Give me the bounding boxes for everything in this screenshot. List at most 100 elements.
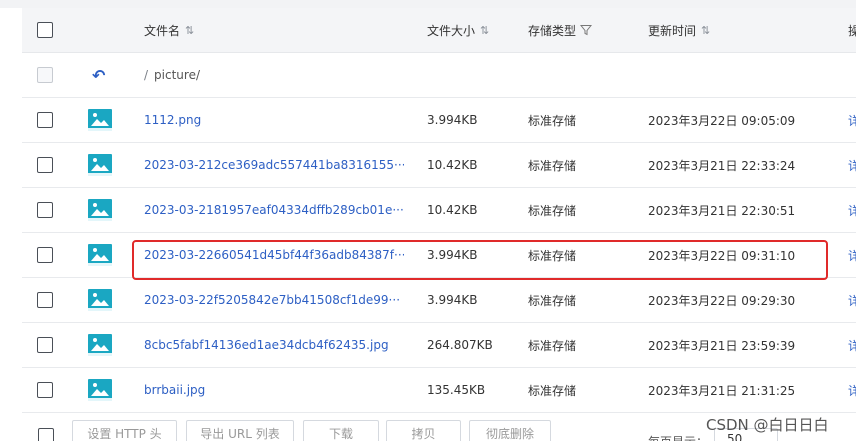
image-file-icon bbox=[88, 244, 112, 266]
update-time-cell: 2023年3月21日 21:31:25 bbox=[648, 368, 838, 412]
file-size-cell: 264.807KB bbox=[427, 323, 517, 367]
file-size: 3.994KB bbox=[427, 248, 478, 262]
detail-link[interactable]: 详 bbox=[848, 292, 856, 309]
path-cell: / picture/ bbox=[144, 53, 404, 97]
sort-icon[interactable]: ⇅ bbox=[480, 24, 489, 37]
export-url-list-button[interactable]: 导出 URL 列表 bbox=[186, 420, 294, 441]
detail-link[interactable]: 详 bbox=[848, 382, 856, 399]
file-size-cell: 10.42KB bbox=[427, 188, 517, 232]
col-type-label: 存储类型 bbox=[528, 23, 577, 38]
file-row: brrbaii.jpg 135.45KB 标准存储 2023年3月21日 21:31:… bbox=[22, 368, 856, 413]
file-name-link[interactable]: 2023-03-212ce369adc557441ba8316155··· bbox=[144, 158, 404, 172]
detail-link[interactable]: 详 bbox=[848, 112, 856, 129]
file-thumb-cell bbox=[88, 233, 114, 277]
op-cell: 详 bbox=[848, 368, 856, 412]
file-name-cell: 8cbc5fabf14136ed1ae34dcb4f62435.jpg bbox=[144, 323, 404, 367]
sort-icon[interactable]: ⇅ bbox=[701, 24, 710, 37]
delete-permanently-button[interactable]: 彻底删除 bbox=[469, 420, 551, 441]
file-row: 2023-03-212ce369adc557441ba8316155··· 10.… bbox=[22, 143, 856, 188]
row-checkbox[interactable] bbox=[37, 157, 53, 173]
update-time: 2023年3月21日 21:31:25 bbox=[648, 383, 796, 398]
update-time-cell: 2023年3月22日 09:29:30 bbox=[648, 278, 838, 322]
file-size-cell: 3.994KB bbox=[427, 98, 517, 142]
file-row: 2023-03-22f5205842e7bb41508cf1de99··· 3.9… bbox=[22, 278, 856, 323]
storage-type-cell: 标准存储 bbox=[528, 98, 628, 142]
file-name-link[interactable]: 2023-03-22660541d45bf44f36adb84387f··· bbox=[144, 248, 404, 262]
row-checkbox[interactable] bbox=[37, 202, 53, 218]
copy-button[interactable]: 拷贝 bbox=[386, 420, 461, 441]
file-size-cell: 3.994KB bbox=[427, 278, 517, 322]
file-table: 文件名 ⇅ 文件大小 ⇅ 存储类型 更新时间 ⇅ 操 ↶ / picture/ bbox=[22, 8, 856, 413]
back-arrow-icon[interactable]: ↶ bbox=[92, 66, 105, 85]
file-name-cell: 2023-03-2181957eaf04334dffb289cb01e··· bbox=[144, 188, 404, 232]
file-thumb-cell bbox=[88, 188, 114, 232]
col-size-label: 文件大小 bbox=[427, 23, 476, 38]
update-time: 2023年3月22日 09:05:09 bbox=[648, 113, 796, 128]
file-thumb-cell bbox=[88, 278, 114, 322]
storage-type: 标准存储 bbox=[528, 113, 577, 128]
file-size-cell: 135.45KB bbox=[427, 368, 517, 412]
update-time: 2023年3月22日 09:31:10 bbox=[648, 248, 796, 263]
file-size: 3.994KB bbox=[427, 113, 478, 127]
image-file-icon bbox=[88, 334, 112, 356]
file-name-link[interactable]: 2023-03-2181957eaf04334dffb289cb01e··· bbox=[144, 203, 404, 217]
row-checkbox[interactable] bbox=[37, 292, 53, 308]
update-time-cell: 2023年3月21日 22:30:51 bbox=[648, 188, 838, 232]
file-name-link[interactable]: 8cbc5fabf14136ed1ae34dcb4f62435.jpg bbox=[144, 338, 389, 352]
col-time-header[interactable]: 更新时间 ⇅ bbox=[648, 8, 838, 52]
row-checkbox[interactable] bbox=[37, 337, 53, 353]
col-size-header[interactable]: 文件大小 ⇅ bbox=[427, 8, 517, 52]
bottom-select-all-checkbox[interactable] bbox=[38, 428, 54, 441]
row-checkbox[interactable] bbox=[37, 112, 53, 128]
file-name-link[interactable]: 1112.png bbox=[144, 113, 201, 127]
page-size-label: 每页显示： bbox=[648, 433, 708, 441]
col-type-header[interactable]: 存储类型 bbox=[528, 8, 628, 52]
set-http-header-button[interactable]: 设置 HTTP 头 bbox=[72, 420, 177, 441]
select-all-cell bbox=[37, 8, 57, 52]
op-cell: 详 bbox=[848, 323, 856, 367]
row-check-cell bbox=[37, 278, 57, 322]
file-thumb-cell bbox=[88, 143, 114, 187]
storage-type-cell: 标准存储 bbox=[528, 188, 628, 232]
filter-icon[interactable] bbox=[580, 24, 593, 36]
update-time: 2023年3月21日 22:33:24 bbox=[648, 158, 796, 173]
storage-type-cell: 标准存储 bbox=[528, 278, 628, 322]
file-name-link[interactable]: brrbaii.jpg bbox=[144, 383, 205, 397]
download-button[interactable]: 下载 bbox=[303, 420, 379, 441]
storage-type: 标准存储 bbox=[528, 248, 577, 263]
detail-link[interactable]: 详 bbox=[848, 247, 856, 264]
path-separator: / bbox=[144, 68, 149, 82]
detail-link[interactable]: 详 bbox=[848, 337, 856, 354]
row-checkbox[interactable] bbox=[37, 382, 53, 398]
image-file-icon bbox=[88, 199, 112, 221]
watermark: CSDN @白日日白 bbox=[706, 416, 829, 434]
back-cell[interactable]: ↶ bbox=[88, 53, 114, 97]
detail-link[interactable]: 详 bbox=[848, 202, 856, 219]
storage-type-cell: 标准存储 bbox=[528, 368, 628, 412]
file-size: 135.45KB bbox=[427, 383, 486, 397]
row-check-cell bbox=[37, 233, 57, 277]
sort-icon[interactable]: ⇅ bbox=[185, 24, 194, 37]
row-check-cell bbox=[37, 143, 57, 187]
file-size: 10.42KB bbox=[427, 203, 478, 217]
file-row: 1112.png 3.994KB 标准存储 2023年3月22日 09:05:09 详 bbox=[22, 98, 856, 143]
op-cell: 详 bbox=[848, 278, 856, 322]
select-all-checkbox[interactable] bbox=[37, 22, 53, 38]
update-time: 2023年3月21日 22:30:51 bbox=[648, 203, 796, 218]
col-name-header[interactable]: 文件名 ⇅ bbox=[144, 8, 404, 52]
update-time-cell: 2023年3月21日 22:33:24 bbox=[648, 143, 838, 187]
file-row: 8cbc5fabf14136ed1ae34dcb4f62435.jpg 264.8… bbox=[22, 323, 856, 368]
file-name-link[interactable]: 2023-03-22f5205842e7bb41508cf1de99··· bbox=[144, 293, 400, 307]
image-file-icon bbox=[88, 109, 112, 131]
row-checkbox[interactable] bbox=[37, 247, 53, 263]
update-time: 2023年3月22日 09:29:30 bbox=[648, 293, 796, 308]
table-header: 文件名 ⇅ 文件大小 ⇅ 存储类型 更新时间 ⇅ 操 bbox=[22, 8, 856, 53]
file-thumb-cell bbox=[88, 368, 114, 412]
file-row: 2023-03-22660541d45bf44f36adb84387f··· 3.… bbox=[22, 233, 856, 278]
storage-type: 标准存储 bbox=[528, 293, 577, 308]
update-time-cell: 2023年3月22日 09:31:10 bbox=[648, 233, 838, 277]
file-size-cell: 3.994KB bbox=[427, 233, 517, 277]
file-thumb-cell bbox=[88, 98, 114, 142]
image-file-icon bbox=[88, 154, 112, 176]
detail-link[interactable]: 详 bbox=[848, 157, 856, 174]
